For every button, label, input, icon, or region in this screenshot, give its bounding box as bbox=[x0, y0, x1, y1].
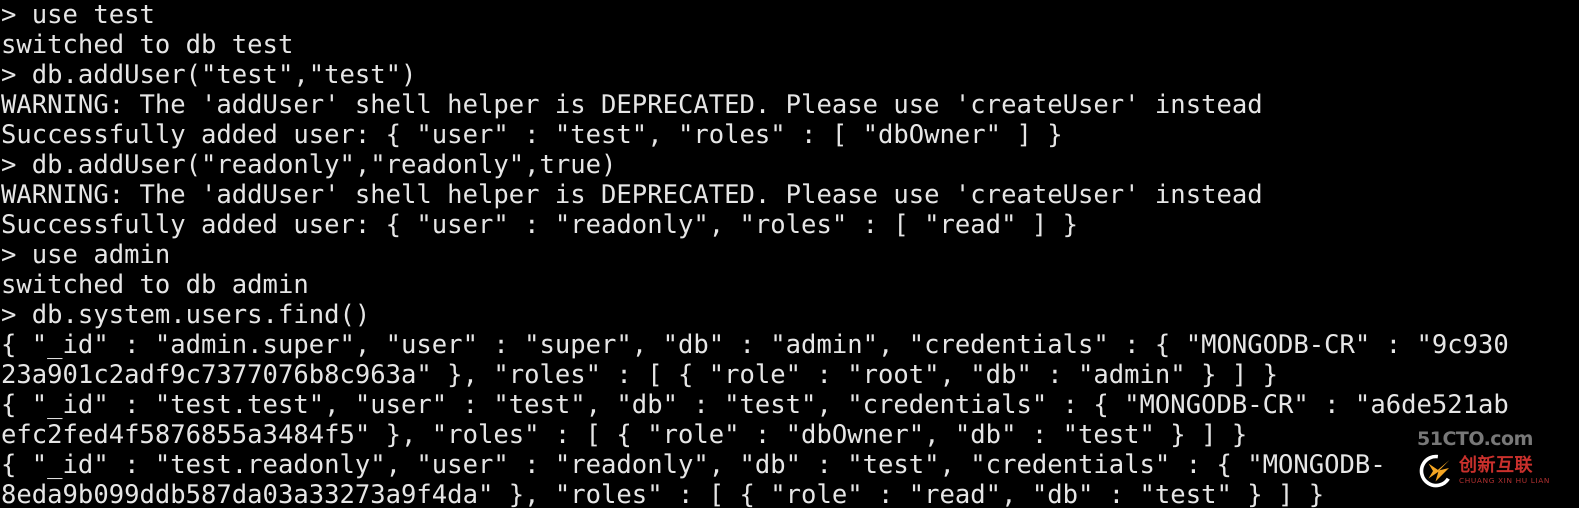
terminal-line: 23a901c2adf9c7377076b8c963a" }, "roles" … bbox=[0, 360, 1579, 390]
terminal-line-text: { "_id" : "test.test", "user" : "test", … bbox=[1, 390, 1509, 420]
terminal-line-text: switched to db test bbox=[1, 30, 294, 60]
terminal-line-text: 8eda9b099ddb587da03a33273a9f4da" }, "rol… bbox=[1, 480, 1325, 508]
terminal-line: { "_id" : "test.readonly", "user" : "rea… bbox=[0, 450, 1579, 480]
terminal-line: > db.addUser("test","test") bbox=[0, 60, 1579, 90]
terminal-line-text: WARNING: The 'addUser' shell helper is D… bbox=[1, 180, 1263, 210]
terminal-line-text: > db.system.users.find() bbox=[1, 300, 371, 330]
terminal-line-text: > use admin bbox=[1, 240, 171, 270]
terminal-line: switched to db test bbox=[0, 30, 1579, 60]
terminal-output[interactable]: > use test switched to db test > db.addU… bbox=[0, 0, 1579, 508]
terminal-line: { "_id" : "admin.super", "user" : "super… bbox=[0, 330, 1579, 360]
terminal-line: > db.addUser("readonly","readonly",true) bbox=[0, 150, 1579, 180]
terminal-line-text: > use test bbox=[1, 0, 155, 30]
terminal-line: 8eda9b099ddb587da03a33273a9f4da" }, "rol… bbox=[0, 480, 1579, 508]
terminal-line: switched to db admin bbox=[0, 270, 1579, 300]
terminal-line-text: { "_id" : "test.readonly", "user" : "rea… bbox=[1, 450, 1386, 480]
terminal-line-text: Successfully added user: { "user" : "rea… bbox=[1, 210, 1079, 240]
terminal-line: WARNING: The 'addUser' shell helper is D… bbox=[0, 180, 1579, 210]
terminal-line: Successfully added user: { "user" : "rea… bbox=[0, 210, 1579, 240]
terminal-line: { "_id" : "test.test", "user" : "test", … bbox=[0, 390, 1579, 420]
terminal-line-text: switched to db admin bbox=[1, 270, 309, 300]
terminal-line: Successfully added user: { "user" : "tes… bbox=[0, 120, 1579, 150]
terminal-line: efc2fed4f5876855a3484f5" }, "roles" : [ … bbox=[0, 420, 1579, 450]
terminal-line-text: Successfully added user: { "user" : "tes… bbox=[1, 120, 1063, 150]
terminal-line: > use test bbox=[0, 0, 1579, 30]
terminal-line-text: WARNING: The 'addUser' shell helper is D… bbox=[1, 90, 1263, 120]
terminal-line-text: > db.addUser("test","test") bbox=[1, 60, 417, 90]
terminal-line: > use admin bbox=[0, 240, 1579, 270]
terminal-line: > db.system.users.find() bbox=[0, 300, 1579, 330]
terminal-line: WARNING: The 'addUser' shell helper is D… bbox=[0, 90, 1579, 120]
terminal-line-text: efc2fed4f5876855a3484f5" }, "roles" : [ … bbox=[1, 420, 1248, 450]
terminal-line-text: > db.addUser("readonly","readonly",true) bbox=[1, 150, 617, 180]
terminal-line-text: { "_id" : "admin.super", "user" : "super… bbox=[1, 330, 1509, 360]
terminal-line-text: 23a901c2adf9c7377076b8c963a" }, "roles" … bbox=[1, 360, 1279, 390]
